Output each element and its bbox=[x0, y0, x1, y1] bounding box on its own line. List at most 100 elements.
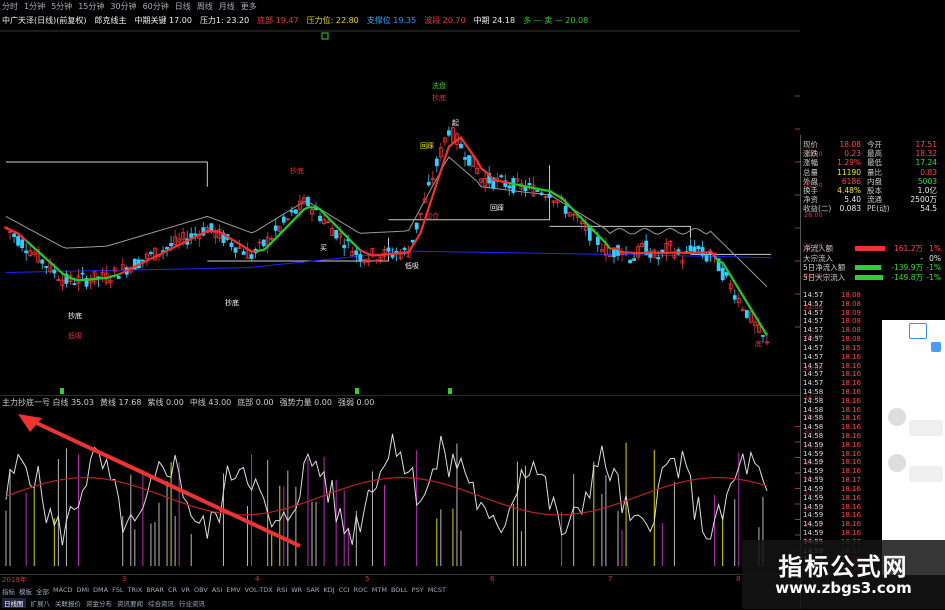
tab-timeframe[interactable]: 日线 bbox=[175, 1, 191, 13]
osc-white-line bbox=[5, 433, 768, 546]
indicator-tab[interactable]: TRIX bbox=[127, 586, 142, 596]
indicator-tab[interactable]: ASI bbox=[212, 586, 223, 596]
quote-value: 4.48% bbox=[837, 185, 861, 195]
tab-timeframe[interactable]: 月线 bbox=[219, 1, 235, 13]
oscillator-chart[interactable] bbox=[0, 406, 800, 574]
indicator-tab[interactable]: 全部 bbox=[36, 586, 49, 596]
chart-annotation: 抄底 bbox=[225, 298, 239, 307]
indicator-tab[interactable]: ROC bbox=[354, 586, 368, 596]
candle-body bbox=[720, 267, 725, 281]
quote-row: 现价 18.08 今开 17.51 bbox=[803, 140, 943, 149]
quote-value: 1.29% bbox=[837, 158, 861, 168]
chart-annotation: 回踩 bbox=[490, 204, 504, 212]
tab-timeframe[interactable]: 1分钟 bbox=[24, 1, 45, 13]
chart-annotation: 起 bbox=[452, 119, 459, 127]
indicator-tab[interactable]: 模板 bbox=[19, 586, 32, 596]
osc-axis-label: 60.00 bbox=[804, 458, 823, 467]
indicator-tab[interactable]: DMA bbox=[93, 586, 108, 596]
popup-button[interactable] bbox=[931, 342, 941, 352]
candle-body bbox=[467, 155, 471, 166]
flow-row: 净流入额 161.2万 1% bbox=[803, 244, 941, 254]
tick-row: 14:57 18.15 bbox=[803, 344, 881, 353]
candle-body bbox=[273, 225, 278, 231]
indicator-tab[interactable]: BOLL bbox=[391, 586, 408, 596]
tick-price: 18.16 bbox=[840, 352, 861, 361]
tab-timeframe[interactable]: 分时 bbox=[2, 1, 18, 13]
tick-price: 18.16 bbox=[840, 432, 861, 440]
indicator-tab[interactable]: VOL-TDX bbox=[245, 586, 273, 596]
candle-body bbox=[354, 250, 359, 256]
tab-timeframe[interactable]: 15分钟 bbox=[78, 1, 104, 13]
indicator-tab[interactable]: PSY bbox=[412, 586, 424, 596]
tab-timeframe[interactable]: 5分钟 bbox=[51, 1, 72, 13]
trend-line bbox=[5, 226, 27, 242]
tick-price: 18.16 bbox=[840, 528, 861, 537]
osc-axis-label: 70.00 bbox=[804, 443, 823, 451]
scale-label: 4 bbox=[255, 575, 260, 583]
indicator-tab[interactable]: EMV bbox=[226, 586, 240, 596]
quote-label: 涨幅 bbox=[803, 158, 818, 168]
indicator-tab[interactable]: DMI bbox=[76, 586, 89, 596]
tick-row: 14:57 18.16 bbox=[803, 379, 881, 388]
tick-price: 18.16 bbox=[840, 484, 861, 493]
nav-tab[interactable]: 综合资讯 bbox=[148, 598, 174, 608]
candle-body bbox=[660, 249, 665, 253]
indicator-tab[interactable]: BRAR bbox=[146, 586, 164, 596]
indicator-tab[interactable]: OBV bbox=[194, 586, 208, 596]
candle-body bbox=[24, 250, 29, 254]
indicator-tab[interactable]: KDJ bbox=[323, 586, 334, 596]
indicator-tab[interactable]: MACD bbox=[53, 586, 72, 596]
candle-body bbox=[241, 251, 246, 255]
quote-row: 涨幅 1.29% 最低 17.24 bbox=[803, 158, 943, 167]
nav-tab[interactable]: 扩展八 bbox=[31, 598, 51, 608]
indicator-tab[interactable]: 指标 bbox=[2, 586, 15, 596]
flow-value: -139.9万 bbox=[891, 263, 923, 272]
nav-tab[interactable]: 关联报价 bbox=[55, 598, 81, 608]
main-kline-chart[interactable]: 洗盘抄底抄底起回踩回踩加仓买低吸抄底抄底低吸底 bbox=[0, 30, 800, 395]
nav-tab[interactable]: 资金分布 bbox=[86, 598, 112, 608]
candle-body bbox=[165, 246, 169, 250]
tab-timeframe[interactable]: 60分钟 bbox=[143, 1, 169, 13]
tab-timeframe[interactable]: 周线 bbox=[197, 1, 213, 13]
tick-price: 18.16 bbox=[840, 396, 861, 405]
indicator-tab[interactable]: MCST bbox=[428, 586, 446, 596]
indicator-tab[interactable]: CCI bbox=[339, 586, 350, 596]
osc-axis-label: 50.00 bbox=[804, 474, 823, 482]
chat-icon[interactable] bbox=[909, 323, 927, 339]
marker-icon bbox=[60, 388, 64, 394]
quote-row: 净资 5.40 流通 2500万 bbox=[803, 195, 943, 204]
nav-tab[interactable]: 行业资讯 bbox=[179, 598, 205, 608]
indicator-tab[interactable]: MTM bbox=[372, 586, 387, 596]
tick-price: 18.16 bbox=[840, 379, 861, 388]
quote-label: 最低 bbox=[867, 158, 882, 168]
candle-body bbox=[334, 229, 339, 239]
candle-body bbox=[386, 247, 391, 252]
indicator-tab[interactable]: FSL bbox=[112, 586, 123, 596]
fund-flow: 净流入额 161.2万 1% 大宗流入 -0% 5日净流入额 -139.9万 -1% 5日大宗流… bbox=[803, 244, 941, 282]
flow-pct: -1% bbox=[926, 263, 941, 272]
nav-tab[interactable]: 资讯要闻 bbox=[117, 598, 143, 608]
chart-annotation: 抄底 bbox=[290, 166, 304, 175]
candle-body bbox=[414, 222, 419, 230]
tab-timeframe[interactable]: 更多 bbox=[241, 1, 257, 13]
chart-annotation: 低吸 bbox=[68, 331, 82, 340]
flow-label: 大宗流入 bbox=[803, 253, 833, 263]
nav-tab[interactable]: 日线图 bbox=[2, 598, 26, 608]
osc-axis-label: 80.00 bbox=[804, 427, 823, 436]
stair-line bbox=[549, 225, 691, 238]
tab-timeframe[interactable]: 30分钟 bbox=[110, 1, 136, 13]
scale-label: 7 bbox=[608, 575, 613, 583]
indicator-tab[interactable]: CR bbox=[168, 586, 177, 596]
tick-price: 18.16 bbox=[840, 467, 861, 476]
indicator-tab[interactable]: WR bbox=[291, 586, 302, 596]
legend-item: 郎克线主 bbox=[94, 16, 127, 25]
candle-body bbox=[547, 193, 552, 198]
candle-body bbox=[193, 233, 198, 236]
quote-label: 总量 bbox=[803, 167, 818, 177]
indicator-tab[interactable]: SAR bbox=[306, 586, 319, 596]
chat-popup[interactable] bbox=[882, 320, 945, 575]
indicator-tab[interactable]: VR bbox=[181, 586, 190, 596]
legend-item: 支撑位 19.35 bbox=[366, 16, 417, 25]
flow-value: -149.8万 bbox=[891, 272, 923, 282]
indicator-tab[interactable]: RSI bbox=[277, 586, 288, 596]
